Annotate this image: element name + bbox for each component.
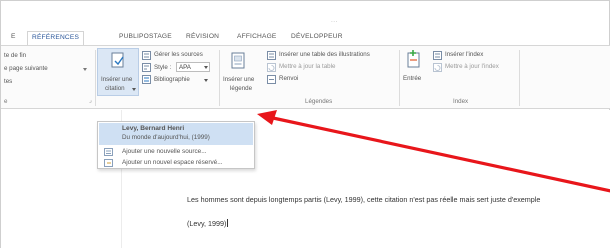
tab-developer[interactable]: DÉVELOPPEUR: [291, 33, 343, 40]
style-icon: [142, 63, 151, 72]
table-of-figures-icon: [267, 51, 276, 60]
update-index-button[interactable]: Mettre à jour l'index: [445, 63, 499, 70]
bibliography-button[interactable]: Bibliographie: [154, 76, 190, 83]
word-window: ... E RÉFÉRENCES PUBLIPOSTAGE RÉVISION A…: [0, 0, 610, 248]
insert-endnote-button[interactable]: te de fin: [4, 52, 26, 59]
insert-caption-icon: [231, 52, 245, 69]
citation-dropdown: Levy, Bernard Henri Du monde d'aujourd'h…: [97, 121, 255, 169]
manage-sources-button[interactable]: Gérer les sources: [154, 51, 203, 58]
group-separator: [95, 50, 96, 106]
dialog-launcher-icon[interactable]: ⌟: [89, 97, 92, 104]
chevron-down-icon: [132, 88, 136, 91]
style-label: Style :: [154, 64, 172, 71]
add-placeholder-item[interactable]: Ajouter un nouvel espace réservé...: [122, 159, 223, 166]
tab-references[interactable]: RÉFÉRENCES: [27, 31, 85, 46]
insert-table-of-figures-button[interactable]: Insérer une table des illustrations: [279, 51, 370, 58]
index-group-label: Index: [453, 98, 469, 105]
group-separator: [219, 50, 220, 106]
title-ghost: ...: [331, 17, 338, 24]
insert-index-button[interactable]: Insérer l'index: [445, 51, 483, 58]
insert-caption-label-1[interactable]: Insérer une: [223, 76, 254, 83]
tab-mailings[interactable]: PUBLIPOSTAGE: [119, 33, 172, 40]
chevron-down-icon[interactable]: [204, 66, 208, 69]
insert-caption-label-2[interactable]: légende: [230, 85, 252, 92]
update-index-icon: [433, 63, 442, 72]
mark-entry-icon: [407, 50, 420, 68]
bibliography-icon: [142, 75, 151, 84]
source-title: Du monde d'aujourd'hui, (1999): [122, 134, 210, 141]
add-new-source-item[interactable]: Ajouter une nouvelle source...: [122, 148, 207, 155]
document-paragraph[interactable]: Les hommes sont depuis longtemps partis …: [187, 194, 587, 206]
ribbon-tabs: E RÉFÉRENCES PUBLIPOSTAGE RÉVISION AFFIC…: [1, 31, 610, 46]
insert-citation-label-2: citation: [105, 85, 125, 92]
document-citation[interactable]: (Levy, 1999): [187, 219, 229, 228]
ribbon-references: te de fin e page suivante tes e ⌟ Insére…: [1, 45, 610, 109]
show-notes-button[interactable]: tes: [4, 78, 12, 85]
document-area[interactable]: [1, 110, 610, 248]
update-table-button[interactable]: Mettre à jour la table: [279, 63, 335, 70]
group-separator: [399, 50, 400, 106]
insert-citation-label-1: Insérer une: [101, 76, 133, 83]
cross-reference-button[interactable]: Renvoi: [279, 75, 298, 82]
mark-entry-button[interactable]: Entrée: [403, 75, 421, 82]
add-source-icon: [104, 148, 113, 156]
text-caret: [227, 219, 229, 227]
chevron-down-icon[interactable]: [204, 79, 208, 82]
insert-citation-icon: [111, 52, 124, 68]
tab-review[interactable]: RÉVISION: [186, 33, 219, 40]
footnotes-group-label: e: [4, 98, 8, 105]
tab-partial[interactable]: E: [11, 33, 16, 40]
next-footnote-button[interactable]: e page suivante: [4, 65, 48, 72]
insert-index-icon: [433, 51, 442, 60]
add-placeholder-icon: [104, 159, 113, 167]
group-separator: [519, 50, 520, 106]
cross-reference-icon: [267, 75, 276, 84]
chevron-down-icon[interactable]: [83, 68, 87, 71]
captions-group-label: Légendes: [305, 98, 333, 105]
manage-sources-icon: [142, 51, 151, 60]
citation-text: (Levy, 1999): [187, 219, 227, 228]
update-table-icon: [267, 63, 276, 72]
tab-view[interactable]: AFFICHAGE: [237, 33, 277, 40]
source-author: Levy, Bernard Henri: [122, 125, 185, 132]
